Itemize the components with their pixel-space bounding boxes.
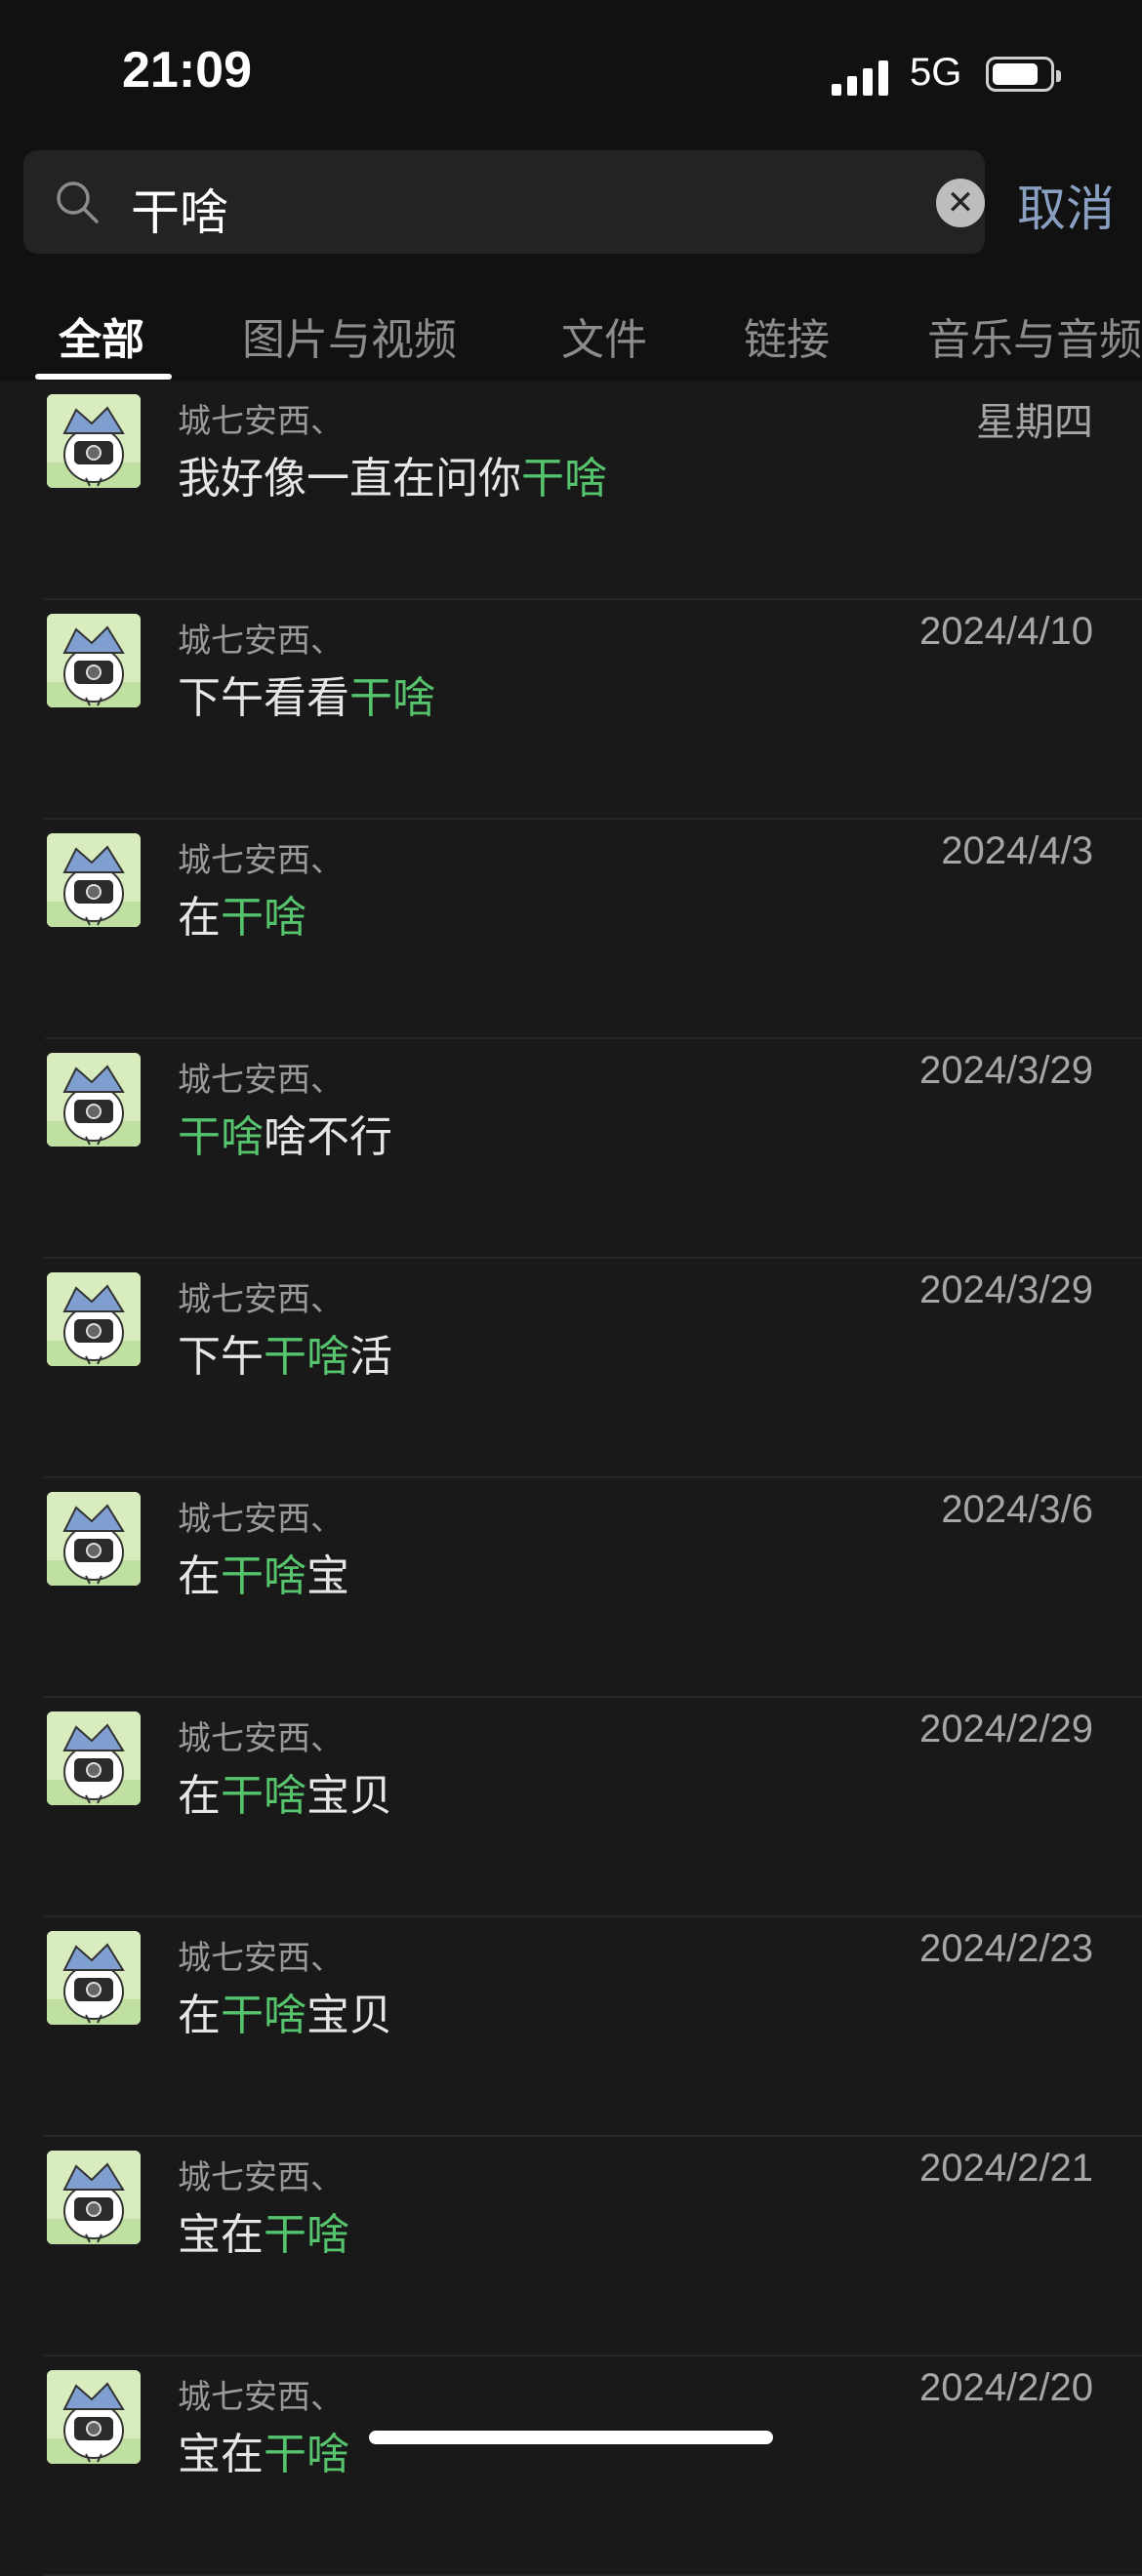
result-row[interactable]: 城七安西、 2024/3/29 干啥啥不行: [0, 1039, 1142, 1259]
avatar: [47, 2151, 141, 2244]
highlighted-term: 干啥: [221, 1771, 306, 1821]
sender-name: 城七安西、: [178, 1061, 344, 1100]
message-date: 2024/2/23: [919, 1927, 1093, 1970]
result-row[interactable]: 城七安西、 2024/2/29 在干啥宝贝: [0, 1698, 1142, 1917]
sender-name: 城七安西、: [178, 1500, 344, 1539]
avatar: [47, 394, 141, 488]
search-input[interactable]: 干啥 ✕: [23, 150, 985, 254]
result-row[interactable]: 城七安西、 2024/3/6 在干啥宝: [0, 1478, 1142, 1698]
message-date: 2024/3/29: [919, 1268, 1093, 1311]
highlighted-term: 干啥: [221, 893, 306, 943]
sender-name: 城七安西、: [178, 1719, 344, 1758]
highlighted-term: 干啥: [221, 1991, 306, 2040]
cellular-signal-icon: [832, 57, 888, 96]
message-text: 下午看看干啥: [178, 673, 435, 723]
highlighted-term: 干啥: [178, 1112, 264, 1162]
message-date: 2024/4/10: [919, 610, 1093, 653]
message-text: 干啥啥不行: [178, 1112, 392, 1162]
highlighted-term: 干啥: [521, 454, 607, 503]
highlighted-term: 干啥: [349, 673, 435, 723]
tab-images-videos[interactable]: 图片与视频: [242, 304, 457, 367]
sender-name: 城七安西、: [178, 2378, 344, 2417]
tab-music-audio[interactable]: 音乐与音频: [927, 304, 1142, 367]
avatar: [47, 1053, 141, 1147]
highlighted-term: 干啥: [264, 2210, 349, 2260]
sender-name: 城七安西、: [178, 622, 344, 661]
highlighted-term: 干啥: [221, 1551, 306, 1601]
tab-all[interactable]: 全部: [59, 304, 144, 367]
result-row[interactable]: 城七安西、 2024/4/10 下午看看干啥: [0, 600, 1142, 820]
avatar: [47, 1711, 141, 1805]
message-date: 2024/2/29: [919, 1708, 1093, 1751]
highlighted-term: 干啥: [264, 2430, 349, 2479]
tab-active-indicator: [35, 374, 172, 380]
message-text: 在干啥宝: [178, 1551, 349, 1601]
search-query: 干啥: [131, 184, 228, 241]
battery-icon: [986, 57, 1061, 92]
result-row[interactable]: 城七安西、 2024/2/21 宝在干啥: [0, 2137, 1142, 2356]
avatar: [47, 833, 141, 927]
message-text: 宝在干啥: [178, 2210, 349, 2260]
result-row[interactable]: 城七安西、 星期四我好像一直在问你干啥: [0, 381, 1142, 600]
sender-name: 城七安西、: [178, 1280, 344, 1319]
message-date: 2024/4/3: [941, 829, 1093, 872]
message-text: 宝在干啥: [178, 2430, 349, 2479]
avatar: [47, 1272, 141, 1366]
message-text: 我好像一直在问你干啥: [178, 454, 607, 503]
message-date: 2024/2/20: [919, 2366, 1093, 2409]
message-text: 在干啥宝贝: [178, 1991, 392, 2040]
avatar: [47, 614, 141, 707]
sender-name: 城七安西、: [178, 2158, 344, 2197]
home-indicator: [369, 2431, 773, 2444]
result-row[interactable]: 城七安西、 2024/2/23 在干啥宝贝: [0, 1917, 1142, 2137]
result-row[interactable]: 城七安西、 2024/4/3 在干啥: [0, 820, 1142, 1039]
status-bar: 21:09 5G: [0, 0, 1142, 146]
highlighted-term: 干啥: [264, 1332, 349, 1382]
avatar: [47, 2370, 141, 2464]
sender-name: 城七安西、: [178, 402, 344, 441]
message-text: 在干啥宝贝: [178, 1771, 392, 1821]
message-date: 星期四: [976, 401, 1093, 444]
tab-links[interactable]: 链接: [744, 304, 830, 367]
search-icon: [57, 181, 99, 223]
filter-tabs: 全部 图片与视频 文件 链接 音乐与音频: [0, 263, 1142, 381]
search-results-list: 城七安西、 星期四 我好像一直在问你干啥 城七安西、 2024/4/10 下午看看干啥 …: [0, 381, 1142, 2576]
clear-icon[interactable]: ✕: [936, 179, 985, 227]
avatar: [47, 1492, 141, 1586]
result-row[interactable]: 城七安西、 2024/2/20 宝在干啥: [0, 2356, 1142, 2576]
avatar: [47, 1931, 141, 2025]
message-text: 下午干啥活: [178, 1332, 392, 1382]
sender-name: 城七安西、: [178, 841, 344, 880]
status-time: 21:09: [122, 42, 252, 99]
result-row[interactable]: 城七安西、 2024/3/29 下午干啥活: [0, 1259, 1142, 1478]
message-date: 2024/3/29: [919, 1049, 1093, 1092]
cancel-button[interactable]: 取消: [1017, 170, 1115, 240]
message-text: 在干啥: [178, 893, 306, 943]
tab-files[interactable]: 文件: [561, 304, 647, 367]
network-type: 5G: [910, 51, 962, 94]
sender-name: 城七安西、: [178, 1939, 344, 1978]
search-bar: 干啥 ✕ 取消: [0, 146, 1142, 263]
message-date: 2024/2/21: [919, 2147, 1093, 2190]
message-date: 2024/3/6: [941, 1488, 1093, 1531]
